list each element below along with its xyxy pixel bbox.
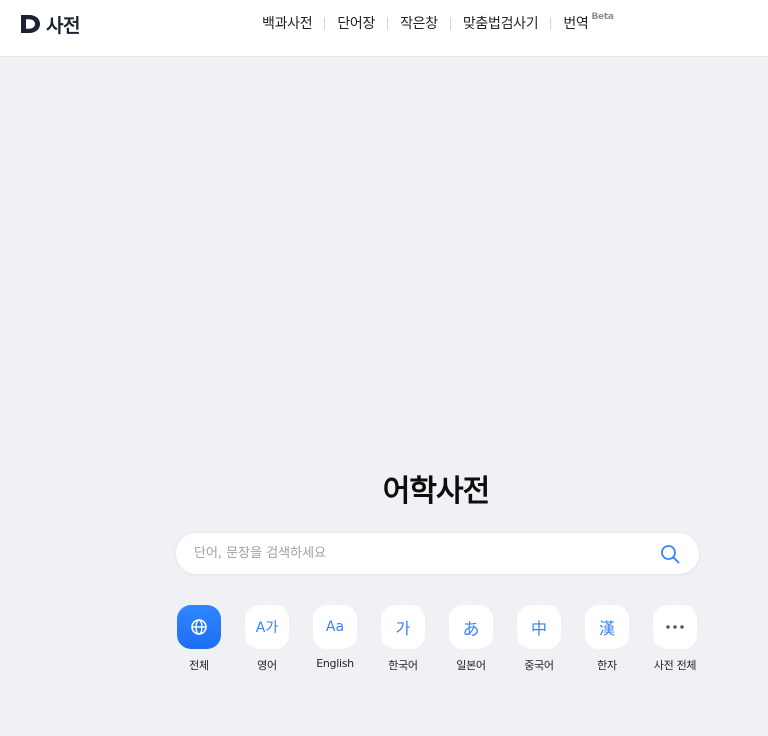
english-icon: Aa xyxy=(313,605,357,649)
category-korean[interactable]: 가 한국어 xyxy=(380,605,426,673)
category-label: 사전 전체 xyxy=(653,659,697,672)
category-label: 한국어 xyxy=(388,659,418,672)
logo-text: 사전 xyxy=(46,14,80,37)
chinese-icon: 中 xyxy=(517,605,561,649)
nav-label: 단어장 xyxy=(337,16,376,32)
nav-label: 백과사전 xyxy=(262,16,313,32)
korean-icon: 가 xyxy=(381,605,425,649)
category-english-english[interactable]: Aa English xyxy=(312,605,358,673)
beta-badge: Beta xyxy=(591,12,614,22)
nav-divider xyxy=(449,16,451,30)
nav-spell-checker[interactable]: 맞춤법검사기 xyxy=(462,13,539,33)
icon-glyph: あ xyxy=(462,619,480,640)
top-nav: 백과사전 단어장 작은창 맞춤법검사기 번역 Beta xyxy=(262,12,614,33)
page-title: 어학사전 xyxy=(382,474,490,509)
more-icon xyxy=(653,605,697,649)
logo-d-icon xyxy=(21,15,40,33)
nav-label: 작은창 xyxy=(400,16,438,32)
search-input[interactable] xyxy=(194,533,634,574)
category-japanese[interactable]: あ 일본어 xyxy=(448,605,494,673)
icon-glyph: 漢 xyxy=(598,619,615,638)
category-english[interactable]: A가 영어 xyxy=(244,605,290,673)
hanja-icon: 漢 xyxy=(585,605,629,649)
nav-encyclopedia[interactable]: 백과사전 xyxy=(262,13,313,33)
japanese-icon: あ xyxy=(449,605,493,649)
icon-glyph: 가 xyxy=(395,619,411,638)
category-label: 영어 xyxy=(257,659,277,672)
category-label: 중국어 xyxy=(524,659,554,672)
category-all[interactable]: 전체 xyxy=(176,605,222,673)
icon-glyph: Aa xyxy=(325,619,345,635)
english-korean-icon: A가 xyxy=(245,605,289,649)
category-label: 전체 xyxy=(189,659,209,672)
dictionary-categories: 전체 A가 영어 Aa English 가 한국어 あ 일본어 中 중국어 漢 … xyxy=(176,605,698,673)
nav-divider xyxy=(550,16,552,30)
category-label: 한자 xyxy=(597,659,617,672)
category-label: 일본어 xyxy=(456,659,486,672)
nav-wordbook[interactable]: 단어장 xyxy=(337,13,375,33)
search-box xyxy=(176,533,699,574)
nav-translate[interactable]: 번역 Beta xyxy=(563,12,614,33)
nav-label: 맞춤법검사기 xyxy=(462,16,539,32)
nav-divider xyxy=(387,16,389,30)
category-chinese[interactable]: 中 중국어 xyxy=(516,605,562,673)
logo[interactable]: 사전 xyxy=(21,12,80,37)
icon-glyph: 中 xyxy=(530,619,547,638)
category-hanja[interactable]: 漢 한자 xyxy=(584,605,630,673)
search-icon[interactable] xyxy=(659,543,681,565)
nav-mini-window[interactable]: 작은창 xyxy=(400,13,438,33)
top-header: 사전 백과사전 단어장 작은창 맞춤법검사기 번역 Beta xyxy=(0,0,768,57)
nav-label: 번역 xyxy=(563,16,589,32)
icon-glyph: A가 xyxy=(255,620,279,636)
nav-divider xyxy=(324,16,326,30)
category-all-dictionaries[interactable]: 사전 전체 xyxy=(652,605,698,673)
category-label: English xyxy=(316,657,354,670)
globe-icon xyxy=(177,605,221,649)
